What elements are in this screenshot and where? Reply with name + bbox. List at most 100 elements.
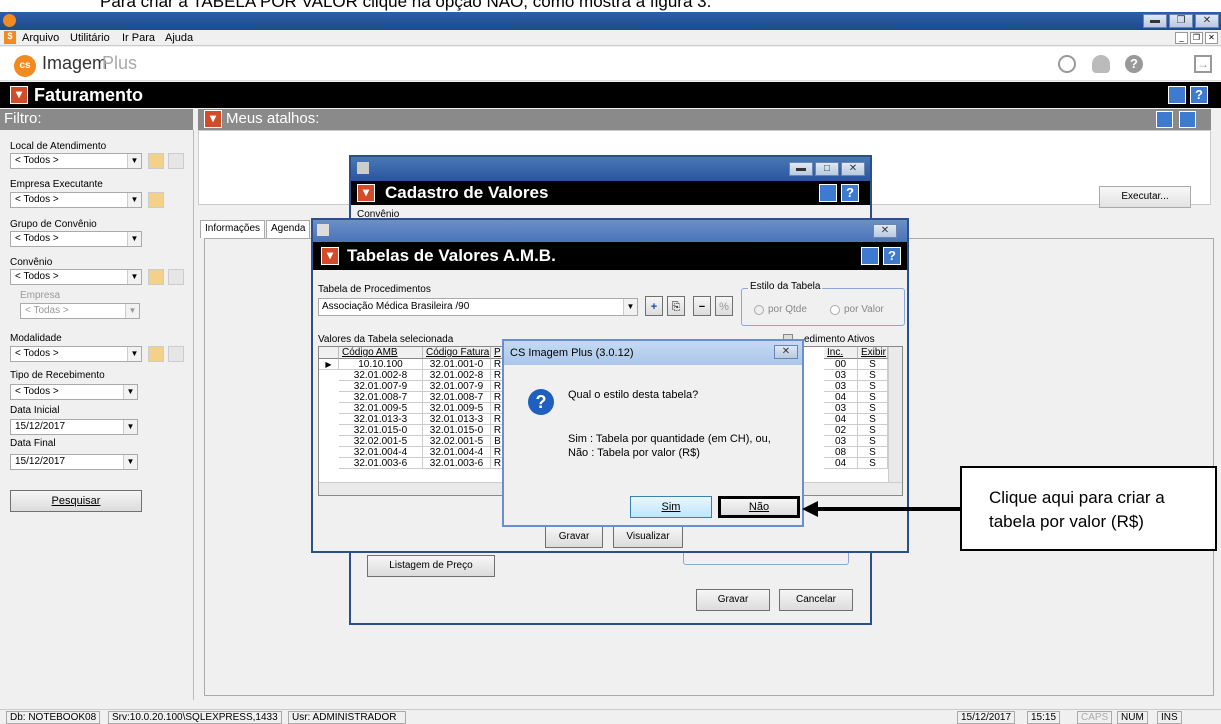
dialog-close-button[interactable]: ✕ [774, 345, 798, 359]
cell-exibir[interactable]: S [858, 370, 888, 381]
cell-exibir[interactable]: S [858, 414, 888, 425]
help-icon[interactable]: ? [1125, 55, 1143, 73]
cell-fatura[interactable]: 32.01.009-5 [423, 403, 491, 414]
user-icon[interactable] [1092, 55, 1110, 73]
cell-inc[interactable]: 08 [824, 447, 858, 458]
tabelas-gravar-button[interactable]: Gravar [545, 526, 603, 548]
sim-button[interactable]: Sim [630, 496, 712, 518]
tabelas-visualizar-button[interactable]: Visualizar [613, 526, 683, 548]
shortcuts-expand-button[interactable] [1156, 111, 1173, 128]
pesquisar-button[interactable]: Pesquisar [10, 490, 142, 512]
restore-button[interactable]: ❐ [1169, 14, 1193, 28]
cell-exibir[interactable]: S [858, 359, 888, 370]
tab-agenda[interactable]: Agenda [266, 220, 311, 238]
combo-empresa-exec[interactable]: < Todos > ▼ [10, 192, 142, 208]
menu-arquivo[interactable]: Arquivo [22, 32, 59, 44]
remove-tabela-button[interactable]: − [693, 296, 711, 316]
cell-exibir[interactable]: S [858, 403, 888, 414]
exit-icon[interactable]: → [1194, 55, 1212, 73]
percent-button[interactable]: % [715, 296, 733, 316]
tabelas-close-button[interactable]: ✕ [873, 224, 897, 238]
cell-inc[interactable]: 00 [824, 359, 858, 370]
cell-fatura[interactable]: 32.01.004-4 [423, 447, 491, 458]
close-button[interactable]: ✕ [1195, 14, 1219, 28]
menu-utilitario[interactable]: Utilitário [70, 32, 110, 44]
cell-inc[interactable]: 03 [824, 381, 858, 392]
cell-exibir[interactable]: S [858, 447, 888, 458]
radio-por-qtde[interactable] [754, 305, 764, 315]
cadastro-cancelar-button[interactable]: Cancelar [779, 589, 853, 611]
cell-fatura[interactable]: 32.01.008-7 [423, 392, 491, 403]
cell-inc[interactable]: 04 [824, 392, 858, 403]
data-inicial-field[interactable]: 15/12/2017 ▼ [10, 419, 138, 435]
copy-tabela-button[interactable]: ⎘ [667, 296, 685, 316]
modalidade-list-button[interactable] [168, 346, 184, 362]
combo-convenio[interactable]: < Todos > ▼ [10, 269, 142, 285]
cell-inc[interactable]: 04 [824, 414, 858, 425]
local-star-button[interactable] [148, 153, 164, 169]
nao-button[interactable]: Não [718, 496, 800, 518]
cell-amb[interactable]: 32.01.015-0 [339, 425, 423, 436]
combo-modalidade[interactable]: < Todos > ▼ [10, 346, 142, 362]
header-codigo-fatura[interactable]: Código Fatura [423, 347, 491, 359]
cell-inc[interactable]: 04 [824, 458, 858, 469]
cell-amb[interactable]: 32.01.008-7 [339, 392, 423, 403]
cell-fatura[interactable]: 32.02.001-5 [423, 436, 491, 447]
cell-amb[interactable]: 32.01.009-5 [339, 403, 423, 414]
cell-inc[interactable]: 03 [824, 436, 858, 447]
cell-fatura[interactable]: 32.01.015-0 [423, 425, 491, 436]
radio-por-valor[interactable] [830, 305, 840, 315]
cell-exibir[interactable]: S [858, 436, 888, 447]
cell-fatura[interactable]: 32.01.002-8 [423, 370, 491, 381]
cell-fatura[interactable]: 32.01.007-9 [423, 381, 491, 392]
cell-exibir[interactable]: S [858, 381, 888, 392]
cell-exibir[interactable]: S [858, 425, 888, 436]
cell-fatura[interactable]: 32.01.003-6 [423, 458, 491, 469]
cell-amb[interactable]: 32.01.003-6 [339, 458, 423, 469]
cell-amb[interactable]: 32.01.004-4 [339, 447, 423, 458]
cell-fatura[interactable]: 32.01.001-0 [423, 359, 491, 370]
add-tabela-button[interactable]: + [645, 296, 663, 316]
mdi-minimize-button[interactable]: _ [1175, 32, 1188, 44]
tabelas-info-icon[interactable] [861, 247, 879, 265]
cell-exibir[interactable]: S [858, 392, 888, 403]
mdi-restore-button[interactable]: ❐ [1190, 32, 1203, 44]
executar-button[interactable]: Executar... [1099, 186, 1191, 208]
convenio-star-button[interactable] [148, 269, 164, 285]
cadastro-help-icon[interactable]: ? [841, 184, 859, 202]
info-icon[interactable] [1168, 86, 1186, 104]
cell-amb[interactable]: 32.02.001-5 [339, 436, 423, 447]
header-codigo-amb[interactable]: Código AMB [339, 347, 423, 359]
empresa-star-button[interactable] [148, 192, 164, 208]
tabela-proc-select[interactable]: Associação Médica Brasileira /90 ▼ [318, 298, 638, 316]
header-inc[interactable]: Inc. [824, 347, 858, 359]
cadastro-minimize-button[interactable]: ▬ [789, 162, 813, 176]
header-exibir[interactable]: Exibir [858, 347, 888, 359]
cell-amb[interactable]: 32.01.007-9 [339, 381, 423, 392]
data-final-field[interactable]: 15/12/2017 ▼ [10, 454, 138, 470]
globe-icon[interactable] [1058, 55, 1076, 73]
cadastro-info-icon[interactable] [819, 184, 837, 202]
menu-ir-para[interactable]: Ir Para [122, 32, 155, 44]
listagem-preco-button[interactable]: Listagem de Preço [367, 555, 495, 577]
combo-empresa[interactable]: < Todas > ▼ [20, 303, 140, 319]
mdi-close-button[interactable]: ✕ [1205, 32, 1218, 44]
cell-exibir[interactable]: S [858, 458, 888, 469]
menu-ajuda[interactable]: Ajuda [165, 32, 193, 44]
cadastro-gravar-button[interactable]: Gravar [696, 589, 770, 611]
combo-tipo-recebimento[interactable]: < Todos > ▼ [10, 384, 138, 400]
grid-vertical-scrollbar[interactable] [888, 347, 902, 482]
cadastro-maximize-button[interactable]: □ [815, 162, 839, 176]
shortcuts-collapse-button[interactable] [1179, 111, 1196, 128]
cell-inc[interactable]: 03 [824, 370, 858, 381]
cell-fatura[interactable]: 32.01.013-3 [423, 414, 491, 425]
help-button-header[interactable]: ? [1190, 86, 1208, 104]
modalidade-star-button[interactable] [148, 346, 164, 362]
convenio-list-button[interactable] [168, 269, 184, 285]
minimize-button[interactable]: ▬ [1143, 14, 1167, 28]
combo-grupo[interactable]: < Todos > ▼ [10, 231, 142, 247]
cadastro-close-button[interactable]: ✕ [841, 162, 865, 176]
tabelas-help-icon[interactable]: ? [883, 247, 901, 265]
cell-amb[interactable]: 32.01.002-8 [339, 370, 423, 381]
combo-local[interactable]: < Todos > ▼ [10, 153, 142, 169]
